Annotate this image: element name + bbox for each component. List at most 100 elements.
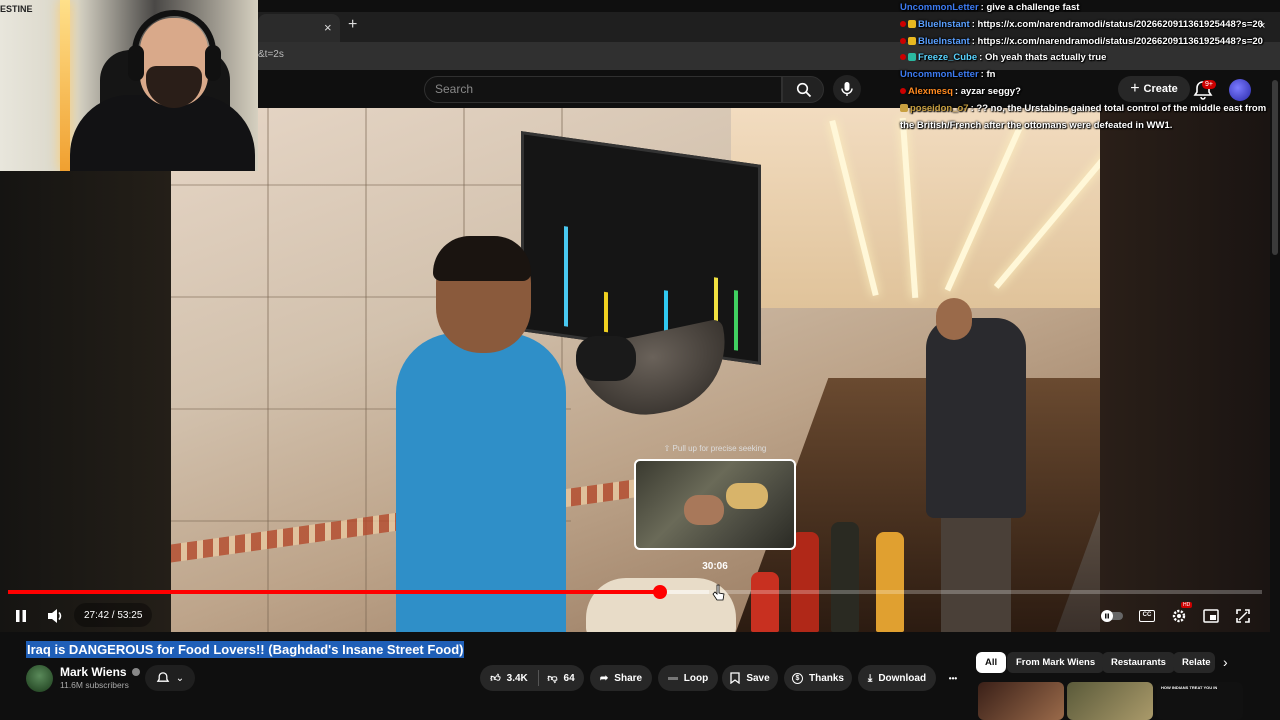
webcam-light-strip xyxy=(60,0,70,171)
settings-button[interactable]: HD xyxy=(1167,602,1193,628)
customer-head xyxy=(936,298,972,340)
chat-username[interactable]: BlueInstant xyxy=(918,19,970,30)
ceiling-light xyxy=(829,119,879,297)
chat-username[interactable]: UncommonLetter xyxy=(900,69,979,80)
search-box[interactable] xyxy=(424,76,782,103)
chip-all[interactable]: All xyxy=(976,652,1007,673)
moderator-icon xyxy=(900,54,906,61)
mute-button[interactable] xyxy=(44,604,68,628)
chat-username[interactable]: Alexmesq xyxy=(908,86,953,97)
video-blur-right xyxy=(1100,108,1270,632)
channel-name-text: Mark Wiens xyxy=(60,665,127,679)
miniplayer-button[interactable] xyxy=(1199,604,1223,628)
search-icon xyxy=(796,82,812,98)
like-count: 3.4K xyxy=(506,672,528,684)
autoplay-icon xyxy=(1101,610,1123,622)
close-icon[interactable]: × xyxy=(1259,20,1265,32)
new-tab-button[interactable]: + xyxy=(348,16,357,34)
recommended-thumbnail[interactable]: HOW INDIANS TREAT YOU IN xyxy=(1157,682,1243,720)
tab-close-button[interactable]: × xyxy=(324,20,332,35)
gear-icon xyxy=(1172,609,1186,623)
chat-username[interactable]: poseidon_o7 xyxy=(910,103,969,114)
chat-message: UncommonLetter: give a challenge fast xyxy=(900,0,1270,17)
moderator-icon xyxy=(900,20,906,27)
chip-from-channel[interactable]: From Mark Wiens xyxy=(1007,652,1105,673)
miniplayer-icon xyxy=(1203,609,1219,623)
thumbs-down-icon: 👎︎ xyxy=(547,673,558,684)
share-icon: ➦ xyxy=(599,672,609,684)
chip-related[interactable]: Relate xyxy=(1173,652,1215,673)
chat-text: : ayzar seggy? xyxy=(954,85,1021,97)
chat-username[interactable]: UncommonLetter xyxy=(900,2,979,13)
chevron-right-icon[interactable]: › xyxy=(1223,654,1228,670)
led-display xyxy=(521,131,761,365)
subscription-bell-button[interactable]: ⌄ xyxy=(145,665,195,691)
voice-search-button[interactable] xyxy=(833,75,861,103)
chat-text: : fn xyxy=(980,69,996,81)
seek-preview-thumbnail xyxy=(634,459,796,550)
dislike-button[interactable]: 👎︎ 64 xyxy=(538,665,584,691)
search-button[interactable] xyxy=(782,76,824,103)
chat-message: poseidon_o7: ?? no, the Urstabins gained… xyxy=(900,101,1270,135)
scrubber-handle[interactable] xyxy=(653,585,668,599)
video-title[interactable]: Iraq is DANGEROUS for Food Lovers!! (Bag… xyxy=(26,641,465,658)
fullscreen-icon xyxy=(1236,609,1250,623)
chip-label: All xyxy=(985,657,998,668)
recommended-thumbnail[interactable] xyxy=(978,682,1064,720)
headphone-cup-left xyxy=(128,45,144,81)
pause-icon xyxy=(16,610,26,622)
share-button[interactable]: ➦ Share xyxy=(590,665,652,691)
fullscreen-button[interactable] xyxy=(1231,604,1255,628)
chat-badge-icon xyxy=(908,19,916,28)
dislike-count: 64 xyxy=(563,672,575,684)
volume-icon xyxy=(48,609,62,623)
video-blur-left xyxy=(0,108,171,632)
thanks-button[interactable]: $ Thanks xyxy=(784,665,852,691)
hd-badge: HD xyxy=(1181,602,1193,608)
browser-tab[interactable]: × xyxy=(258,14,340,42)
pause-button[interactable] xyxy=(9,604,33,628)
chat-message: BlueInstant: https://x.com/narendramodi/… xyxy=(900,34,1270,51)
loop-button[interactable]: Loop xyxy=(658,665,718,691)
more-icon: ••• xyxy=(948,673,958,683)
chat-message: BlueInstant: https://x.com/narendramodi/… xyxy=(900,17,1270,34)
chat-text: : https://x.com/narendramodi/status/2026… xyxy=(971,35,1263,47)
share-label: Share xyxy=(614,672,643,684)
channel-name[interactable]: Mark Wiens xyxy=(60,665,140,679)
download-label: Download xyxy=(878,672,927,684)
save-button[interactable]: Save xyxy=(722,665,778,691)
chat-username[interactable]: Freeze_Cube xyxy=(918,52,977,63)
seek-preview-time: 30:06 xyxy=(702,561,728,572)
search-input[interactable] xyxy=(435,82,765,96)
thanks-icon: $ xyxy=(791,672,803,684)
streamer-body xyxy=(70,95,255,171)
recommended-thumbnail[interactable] xyxy=(1067,682,1153,720)
download-button[interactable]: ⤓ Download xyxy=(858,665,936,691)
autoplay-toggle[interactable] xyxy=(1100,604,1124,628)
cc-icon: CC xyxy=(1139,610,1155,622)
chat-username[interactable]: BlueInstant xyxy=(918,36,970,47)
more-actions-button[interactable]: ••• xyxy=(940,665,966,691)
video-frame xyxy=(171,108,1100,632)
customer xyxy=(926,318,1026,518)
chat-text: : https://x.com/narendramodi/status/2026… xyxy=(971,18,1263,30)
url-text: &t=2s xyxy=(258,49,284,60)
chat-text: : give a challenge fast xyxy=(980,2,1080,13)
streamer-webcam: ESTINE xyxy=(0,0,258,171)
led-bar xyxy=(734,290,738,351)
channel-avatar[interactable] xyxy=(26,665,53,692)
chip-restaurants[interactable]: Restaurants xyxy=(1102,652,1175,673)
like-button[interactable]: 👍︎ 3.4K xyxy=(480,665,538,691)
chat-text: : Oh yeah thats actually true xyxy=(979,52,1107,64)
cook-body xyxy=(396,333,566,632)
chip-label: From Mark Wiens xyxy=(1016,657,1096,668)
video-player[interactable]: MarkWiens xyxy=(0,108,1270,632)
ceiling xyxy=(731,108,1100,308)
subscriber-count: 11.6M subscribers xyxy=(60,680,129,690)
screen: × + &t=2s + Create 9+ xyxy=(0,0,1280,720)
captions-button[interactable]: CC xyxy=(1135,604,1159,628)
led-bar xyxy=(604,291,608,333)
page-scrollbar-thumb[interactable] xyxy=(1272,80,1278,255)
led-bar xyxy=(564,226,568,327)
mic-icon xyxy=(841,82,853,96)
